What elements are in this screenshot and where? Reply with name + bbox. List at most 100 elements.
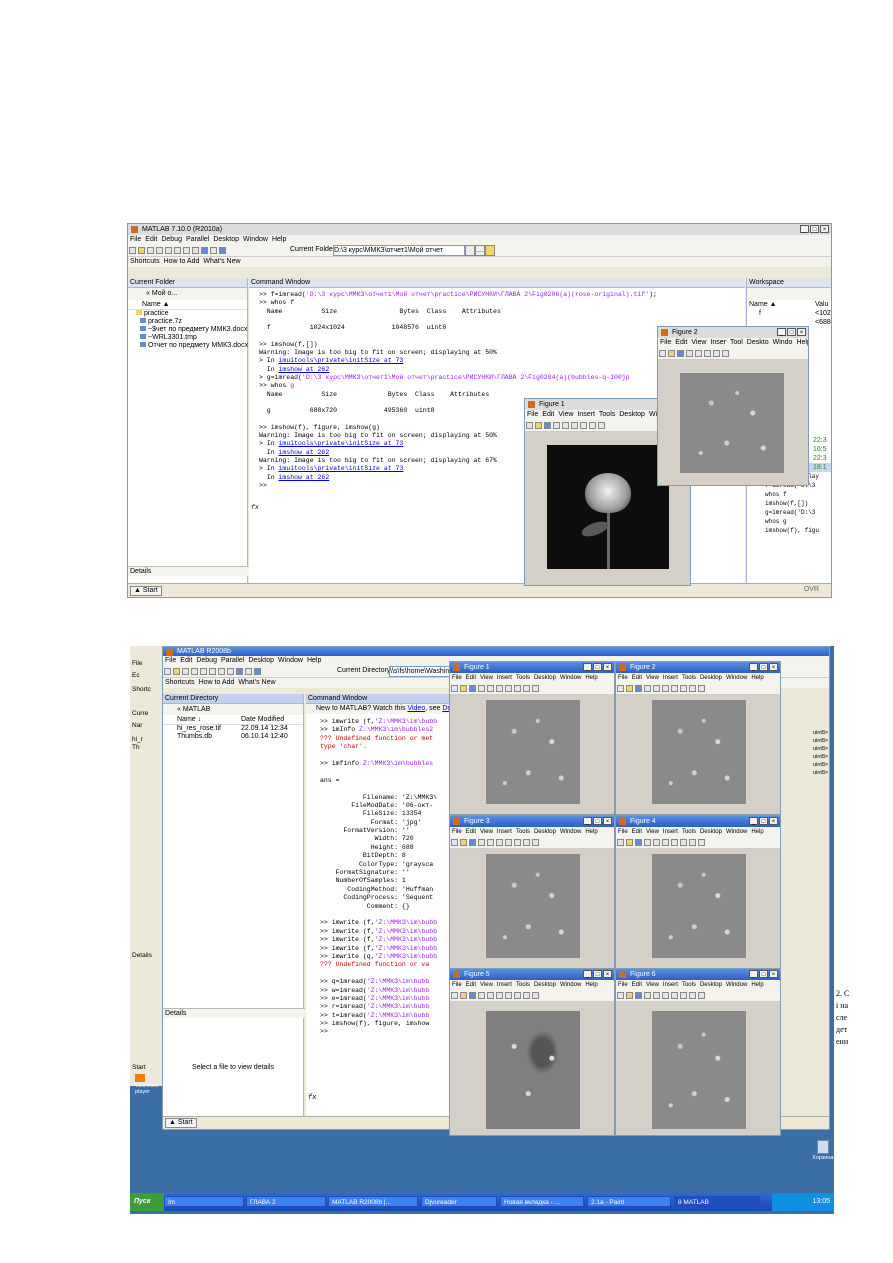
print-icon[interactable] bbox=[644, 685, 651, 692]
fig-menu-insert[interactable]: Insert bbox=[663, 982, 678, 988]
taskbar-item[interactable]: MATLAB R2008b |... bbox=[328, 1196, 418, 1207]
print-icon[interactable] bbox=[478, 839, 485, 846]
fig-menu-file[interactable]: File bbox=[618, 982, 628, 988]
fig-menu-edit[interactable]: Edit bbox=[466, 982, 476, 988]
fig-menu-view[interactable]: View bbox=[691, 339, 706, 346]
pan-icon[interactable] bbox=[514, 992, 521, 999]
cut-icon[interactable] bbox=[182, 668, 189, 675]
history-command[interactable]: g=imread('D:\3 bbox=[747, 508, 831, 517]
fig-menu-help[interactable]: Help bbox=[585, 829, 597, 835]
fig-menu-tools[interactable]: Tools bbox=[682, 982, 696, 988]
maximize-button[interactable]: □ bbox=[759, 663, 768, 671]
close-button[interactable]: × bbox=[603, 817, 612, 825]
figure3-window[interactable]: Figure 3 _ □ × File Edit View Insert Tools Deskto… bbox=[449, 815, 615, 969]
recycle-bin-desktop-icon[interactable]: Корзина bbox=[812, 1140, 834, 1161]
zoom-in-icon[interactable] bbox=[662, 839, 669, 846]
fig-menu-inser[interactable]: Inser bbox=[710, 339, 726, 346]
shortcut-what-s-new[interactable]: What's New bbox=[238, 679, 275, 686]
print-icon[interactable] bbox=[644, 992, 651, 999]
fig-menu-file[interactable]: File bbox=[618, 675, 628, 681]
copy-icon[interactable] bbox=[156, 247, 163, 254]
fig-menu-file[interactable]: File bbox=[527, 411, 538, 418]
fig-menu-file[interactable]: File bbox=[618, 829, 628, 835]
current-directory-input[interactable]: \\s\fs\home\Washinsk bbox=[389, 666, 455, 677]
fig-menu-view[interactable]: View bbox=[480, 675, 493, 681]
menu-help[interactable]: Help bbox=[272, 236, 286, 243]
fig-menu-help[interactable]: Help bbox=[751, 675, 763, 681]
taskbar-item[interactable]: 2.1a - Paint bbox=[587, 1196, 671, 1207]
save-icon[interactable] bbox=[544, 422, 551, 429]
zoom-out-icon[interactable] bbox=[505, 992, 512, 999]
profiler-icon[interactable] bbox=[210, 247, 217, 254]
fig-menu-tools[interactable]: Tools bbox=[682, 675, 696, 681]
shortcuts-label[interactable]: Shortcuts bbox=[165, 679, 195, 686]
save-icon[interactable] bbox=[635, 685, 642, 692]
pointer-icon[interactable] bbox=[487, 685, 494, 692]
print-icon[interactable] bbox=[644, 839, 651, 846]
shortcut-what-s-new[interactable]: What's New bbox=[203, 258, 240, 265]
figure2-window[interactable]: Figure 2 _ □ × File Edit View Insert Tools Deskto… bbox=[615, 661, 781, 815]
history-command[interactable]: whos f bbox=[747, 490, 831, 499]
error-link[interactable]: imuitools\private\initSize at 73 bbox=[279, 440, 404, 447]
help-icon[interactable] bbox=[254, 668, 261, 675]
open-icon[interactable] bbox=[460, 839, 467, 846]
fig-menu-desktop[interactable]: Desktop bbox=[700, 829, 722, 835]
menu-desktop[interactable]: Desktop bbox=[213, 236, 239, 243]
redo-icon[interactable] bbox=[183, 247, 190, 254]
taskbar-item[interactable]: ГЛАВА 2 bbox=[246, 1196, 326, 1207]
list-item[interactable]: practice bbox=[128, 310, 247, 318]
zoom-out-icon[interactable] bbox=[580, 422, 587, 429]
open-folder-icon[interactable] bbox=[138, 247, 145, 254]
fig-menu-help[interactable]: Help bbox=[751, 982, 763, 988]
cut-icon[interactable] bbox=[147, 247, 154, 254]
brush-icon[interactable] bbox=[532, 992, 539, 999]
brush-icon[interactable] bbox=[698, 839, 705, 846]
list-item[interactable]: ~$чет по предмету ММКЗ.docx bbox=[128, 326, 247, 334]
rotate-icon[interactable] bbox=[689, 839, 696, 846]
menu-desktop[interactable]: Desktop bbox=[248, 657, 274, 664]
new-figure-icon[interactable] bbox=[617, 685, 624, 692]
print-icon[interactable] bbox=[686, 350, 693, 357]
rotate-icon[interactable] bbox=[523, 685, 530, 692]
print-icon[interactable] bbox=[478, 992, 485, 999]
name-column-header[interactable]: Name ▲ bbox=[128, 300, 247, 310]
minimize-button[interactable]: _ bbox=[749, 817, 758, 825]
list-item[interactable]: practice.7z bbox=[128, 318, 247, 326]
browse-button[interactable]: … bbox=[475, 245, 485, 256]
fig-menu-view[interactable]: View bbox=[646, 829, 659, 835]
print-icon[interactable] bbox=[478, 685, 485, 692]
rotate-icon[interactable] bbox=[523, 992, 530, 999]
menu-file[interactable]: File bbox=[130, 236, 141, 243]
pan-icon[interactable] bbox=[680, 839, 687, 846]
zoom-out-icon[interactable] bbox=[671, 685, 678, 692]
start-menu-button[interactable]: Пуск bbox=[130, 1193, 164, 1211]
open-icon[interactable] bbox=[668, 350, 675, 357]
fig-menu-window[interactable]: Window bbox=[560, 829, 581, 835]
details-header[interactable]: Details bbox=[163, 1008, 305, 1018]
pointer-icon[interactable] bbox=[695, 350, 702, 357]
pointer-icon[interactable] bbox=[562, 422, 569, 429]
new-figure-icon[interactable] bbox=[617, 839, 624, 846]
rotate-icon[interactable] bbox=[523, 839, 530, 846]
zoom-in-icon[interactable] bbox=[496, 992, 503, 999]
rotate-icon[interactable] bbox=[689, 685, 696, 692]
new-figure-icon[interactable] bbox=[451, 685, 458, 692]
guide-icon[interactable] bbox=[236, 668, 243, 675]
close-button[interactable]: × bbox=[769, 663, 778, 671]
open-icon[interactable] bbox=[460, 992, 467, 999]
file-row[interactable]: Thumbs.db 06.10.14 12:40 bbox=[163, 733, 303, 741]
maximize-button[interactable]: □ bbox=[593, 970, 602, 978]
fig-menu-desktop[interactable]: Desktop bbox=[619, 411, 645, 418]
fig-menu-help[interactable]: Help bbox=[585, 675, 597, 681]
fig-menu-view[interactable]: View bbox=[480, 829, 493, 835]
zoom-in-icon[interactable] bbox=[704, 350, 711, 357]
minimize-button[interactable]: _ bbox=[749, 970, 758, 978]
minimize-button[interactable]: _ bbox=[583, 970, 592, 978]
folder-dropdown-chevron-down-icon[interactable] bbox=[465, 245, 475, 256]
fig-menu-window[interactable]: Window bbox=[560, 982, 581, 988]
taskbar-item[interactable]: Новая вкладка - ... bbox=[500, 1196, 584, 1207]
zoom-in-icon[interactable] bbox=[496, 685, 503, 692]
minimize-button[interactable]: _ bbox=[583, 663, 592, 671]
details-panel[interactable]: Details bbox=[128, 566, 249, 576]
error-link[interactable]: imuitools\private\initSize at 73 bbox=[279, 357, 404, 364]
